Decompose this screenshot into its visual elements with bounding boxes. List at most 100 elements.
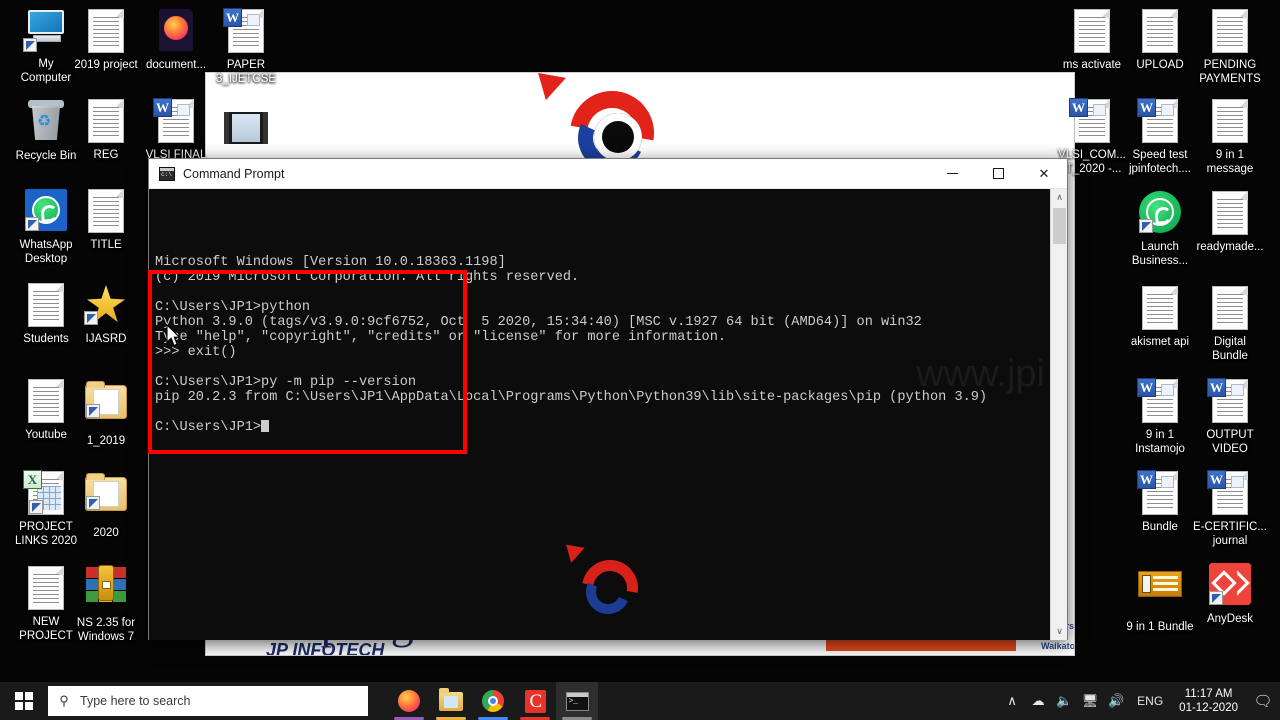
terminal-line: C:\Users\JP1> [155,420,1067,435]
folder-shortcut-icon [83,381,129,431]
desktop-icon-label: 1_2019 [86,435,126,447]
document-icon [23,283,69,329]
taskbar-item-file-explorer[interactable] [430,682,472,720]
desktop-icon-label: Bundle [1142,521,1178,533]
desktop-icon[interactable]: IJASRD [66,282,146,347]
terminal-cursor [261,420,270,432]
word-document-icon: W [1207,470,1253,517]
desktop-icon[interactable]: W Bundle [1120,470,1200,535]
desktop-icon[interactable]: readymade... [1190,190,1270,255]
desktop-icon-label: 2019 project [74,59,138,71]
close-button[interactable]: ✕ [1021,159,1067,189]
close-icon: ✕ [1038,165,1050,181]
scrollbar-thumb[interactable] [1053,208,1066,244]
command-prompt-taskbar-icon [565,691,589,711]
desktop-icon[interactable]: UPLOAD [1120,8,1200,73]
desktop-icon[interactable]: 9 in 1 message [1190,98,1270,176]
document-icon [1207,286,1253,332]
document-icon [1207,191,1253,237]
whatsapp-desktop-icon [23,189,69,235]
word-document-icon: W [1137,98,1183,145]
star-shortcut-icon [83,283,129,329]
document-icon [83,9,129,55]
whatsapp-shortcut-icon [1137,191,1183,237]
terminal-lines: Microsoft Windows [Version 10.0.18363.11… [155,255,1067,435]
video-file-icon [223,112,269,158]
card-file-icon [1137,571,1183,617]
desktop-icon[interactable]: 9 in 1 Bundle [1120,562,1200,635]
command-prompt-window[interactable]: Command Prompt ✕ www.jpi Microsoft Windo… [148,158,1068,640]
word-document-icon: W [1069,98,1115,145]
desktop-icon-label: OUTPUT VIDEO [1206,429,1254,455]
winrar-archive-icon [83,565,129,613]
word-document-icon: W [153,98,199,145]
desktop-icon[interactable]: 2020 [66,470,146,541]
taskbar-item-firefox[interactable] [388,682,430,720]
desktop-icon[interactable]: AnyDesk [1190,562,1270,627]
desktop-icon[interactable]: Launch Business... [1120,190,1200,268]
desktop-icon[interactable]: document... [136,8,216,73]
desktop-icon-label: document... [145,59,207,71]
terminal-line: >>> exit() [155,345,237,360]
taskbar-item-camtasia[interactable] [514,682,556,720]
desktop-icon[interactable]: 2019 project [66,8,146,73]
desktop-icon[interactable]: W VLSI FINAL [136,98,216,163]
desktop-icon[interactable]: W Speed test jpinfotech.... [1120,98,1200,176]
desktop-icon[interactable]: W PAPER 3_IJETCSE [206,8,286,86]
desktop-icon[interactable]: W OUTPUT VIDEO [1190,378,1270,456]
terminal-line: Type "help", "copyright", "credits" or "… [155,330,727,345]
desktop-icon-label: Speed test jpinfotech.... [1128,149,1191,175]
microphone-icon[interactable]: 🔈 [1051,693,1077,709]
language-indicator[interactable]: ENG [1129,694,1171,708]
window-title: Command Prompt [183,166,285,181]
anydesk-shortcut-icon [1207,563,1253,609]
desktop-icon[interactable]: TITLE [66,188,146,253]
maximize-button[interactable] [975,159,1021,189]
scroll-down-arrow[interactable]: ∨ [1051,623,1068,640]
desktop-icon-label: AnyDesk [1206,613,1254,625]
show-hidden-icons-icon[interactable]: ∧ [999,693,1025,709]
taskbar: ⚲ Type here to search C >_ ∧ ☁ 🔈 🖥 🔊 ENG… [0,682,1280,720]
desktop-icon-label: IJASRD [85,333,127,345]
desktop-icon[interactable]: PENDING PAYMENTS [1190,8,1270,86]
desktop-icon[interactable]: W E-CERTIFIC... journal [1190,470,1270,548]
scroll-up-arrow[interactable]: ∧ [1051,189,1068,206]
desktop-icon-label: E-CERTIFIC... journal [1193,521,1267,547]
clock[interactable]: 11:17 AM 01-12-2020 [1171,687,1246,715]
desktop-icon[interactable]: REG [66,98,146,163]
desktop-icon[interactable]: akismet api [1120,285,1200,350]
document-icon [1207,9,1253,55]
clock-date: 01-12-2020 [1179,702,1238,714]
desktop-icon[interactable]: NS 2.35 for Windows 7 [66,565,146,644]
firefox-icon [398,690,420,712]
terminal-line: C:\Users\JP1>python [155,300,310,315]
desktop-icon-label: TITLE [90,239,122,251]
windows-logo-icon [15,692,33,710]
window-titlebar[interactable]: Command Prompt ✕ [149,159,1067,189]
desktop-icon-label: NS 2.35 for Windows 7 [76,617,136,643]
desktop-icon[interactable]: 1_2019 [66,378,146,449]
onedrive-icon[interactable]: ☁ [1025,693,1051,709]
network-icon[interactable]: 🖥 [1077,693,1103,709]
camtasia-icon [524,689,546,713]
search-icon: ⚲ [59,693,69,708]
folder-icon [439,687,463,711]
taskbar-item-chrome[interactable] [472,682,514,720]
document-icon [1137,9,1183,55]
terminal-output-area[interactable]: www.jpi Microsoft Windows [Version 10.0.… [149,189,1067,640]
desktop-icon[interactable]: Digital Bundle [1190,285,1270,363]
terminal-line: C:\Users\JP1>py -m pip --version [155,375,417,390]
action-center-icon[interactable]: 🗨 [1246,692,1280,710]
desktop-icon[interactable]: W 9 in 1 Instamojo [1120,378,1200,456]
start-button[interactable] [0,682,48,720]
desktop-icon-label: UPLOAD [1136,59,1184,71]
document-icon [23,379,69,425]
minimize-button[interactable] [929,159,975,189]
desktop-icon-label: 9 in 1 Bundle [1126,621,1194,633]
desktop-icon-label: readymade... [1196,241,1264,253]
clock-time: 11:17 AM [1184,688,1233,700]
recycle-bin-icon: ♻ [23,100,69,146]
volume-icon[interactable]: 🔊 [1103,693,1129,709]
taskbar-item-command-prompt[interactable] [556,682,598,720]
taskbar-search-box[interactable]: ⚲ Type here to search [48,686,368,716]
